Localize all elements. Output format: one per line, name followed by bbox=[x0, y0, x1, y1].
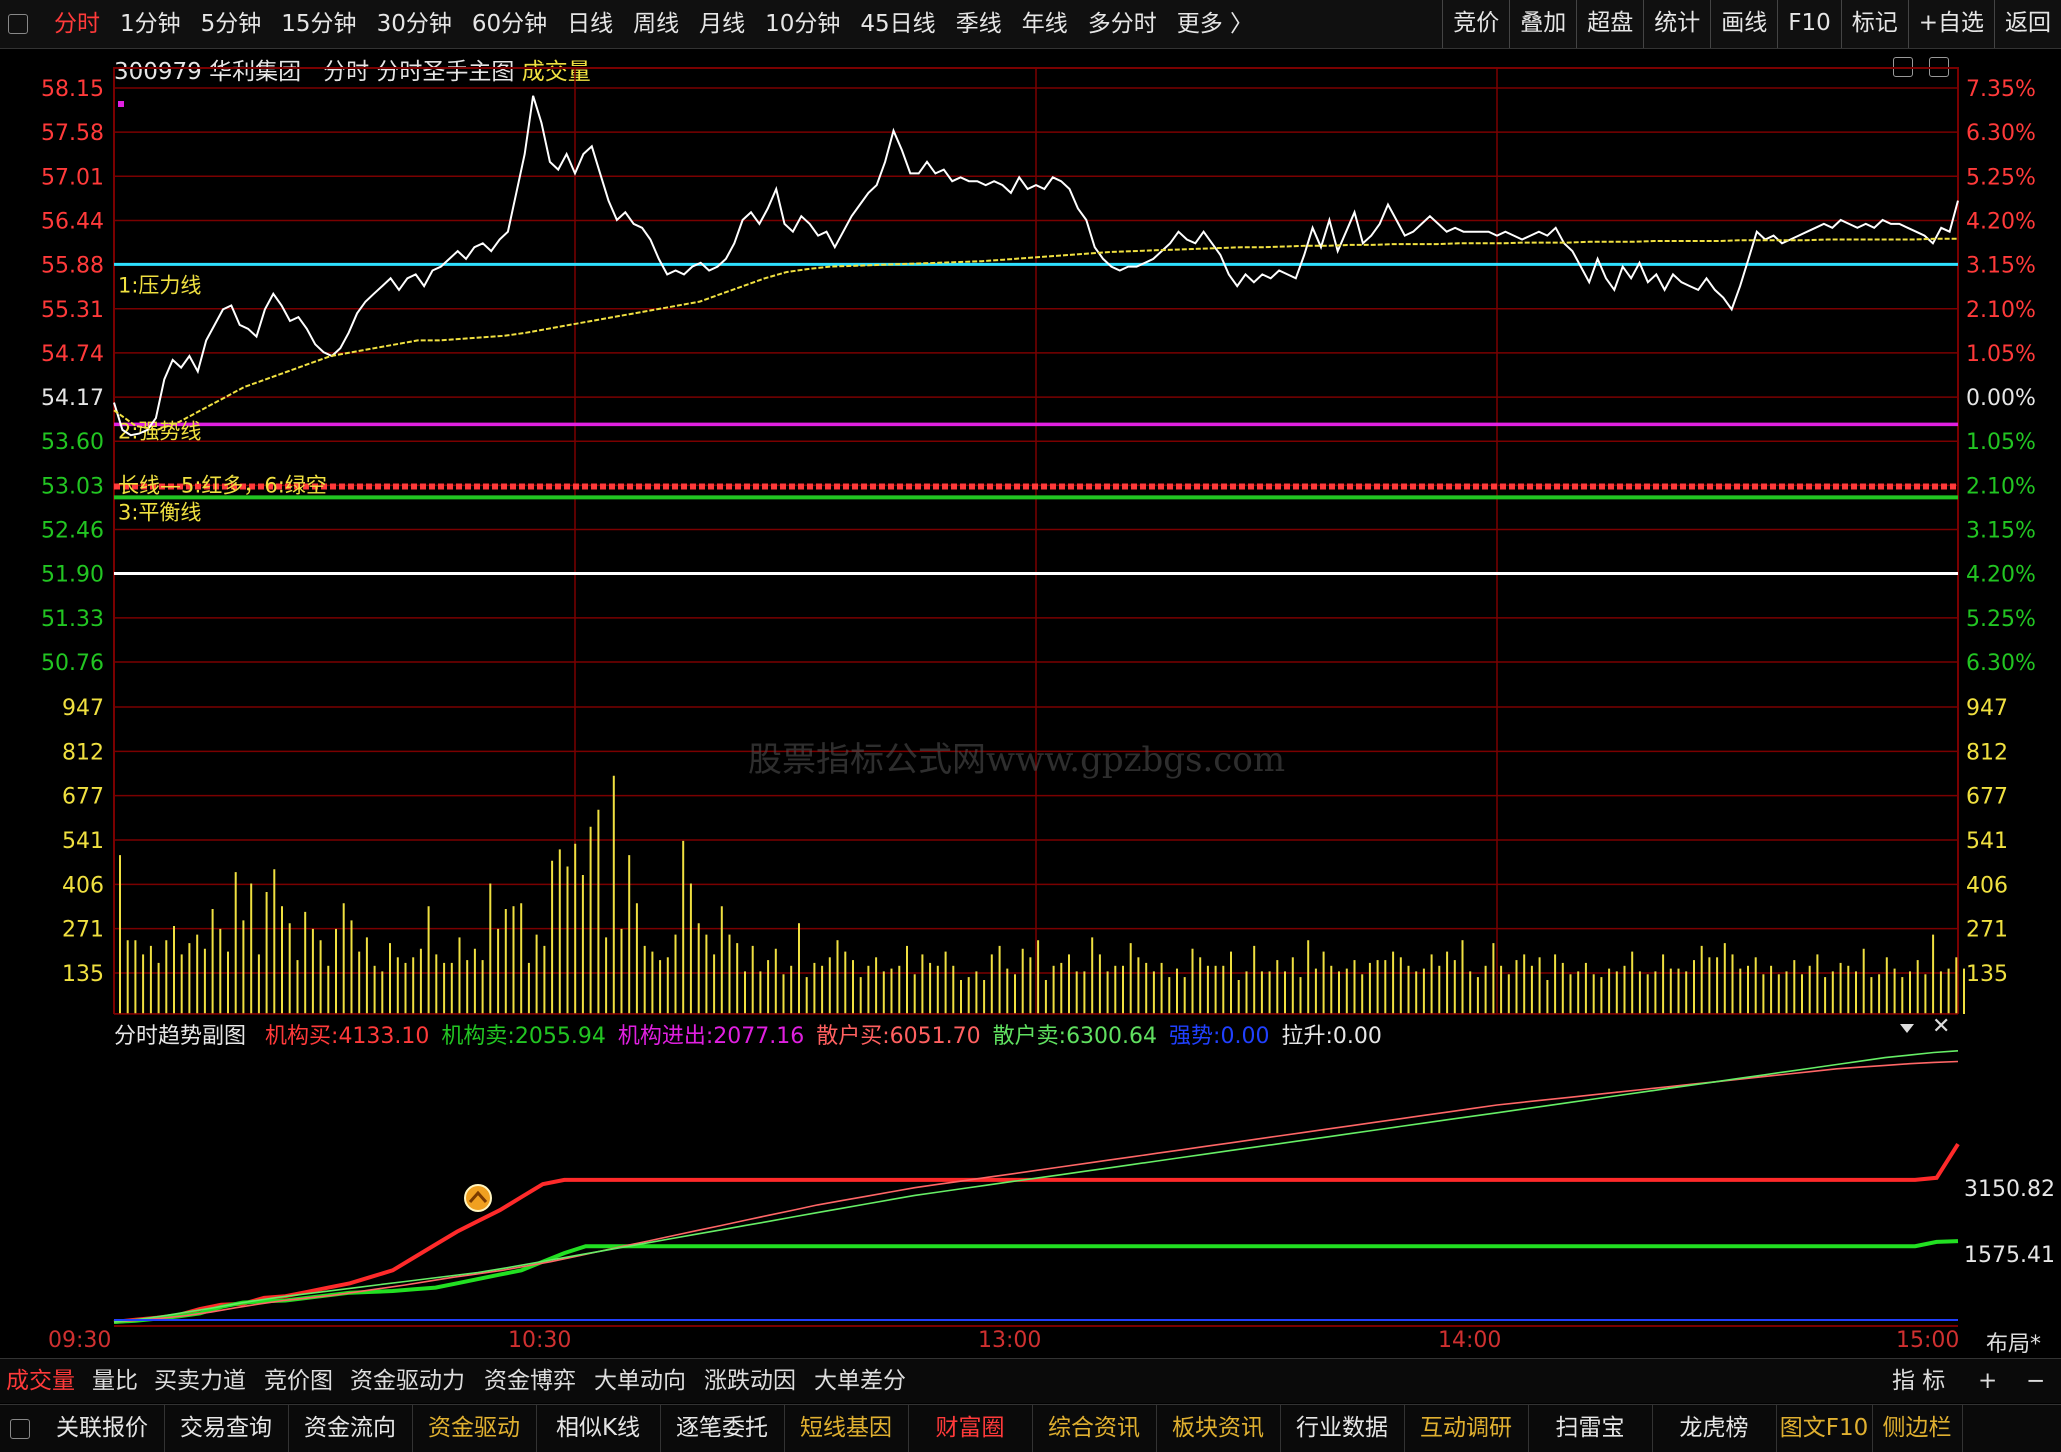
price-tick-label: 56.44 bbox=[41, 209, 104, 234]
pct-tick-label: 4.20% bbox=[1966, 209, 2036, 234]
indicator-tab-bar: 成交量 量比 买卖力道 竞价图 资金驱动力 资金博弈 大单动向 涨跌动因 大单差分 指 标 + − bbox=[0, 1358, 2061, 1403]
indicator-tab[interactable]: 涨跌动因 bbox=[704, 1359, 796, 1403]
time-tick-label: 10:30 bbox=[508, 1328, 572, 1353]
bottom-nav-item[interactable]: 逐笔委托 bbox=[660, 1405, 785, 1452]
indicator-tab[interactable]: 成交量 bbox=[6, 1359, 75, 1403]
volume-tick-label: 135 bbox=[62, 962, 104, 987]
price-tick-label: 58.15 bbox=[41, 77, 104, 102]
pct-tick-label: 7.35% bbox=[1966, 77, 2036, 102]
pct-tick-label: 2.10% bbox=[1966, 474, 2036, 499]
volume-tick-label: 947 bbox=[62, 696, 104, 721]
price-tick-label: 53.60 bbox=[41, 430, 104, 455]
indicator-tab[interactable]: 大单差分 bbox=[814, 1359, 906, 1403]
time-tick-label: 13:00 bbox=[978, 1328, 1042, 1353]
volume-tick-label: 677 bbox=[1966, 785, 2008, 810]
signal-marker-icon bbox=[464, 1184, 492, 1212]
price-tick-label: 55.88 bbox=[41, 254, 104, 279]
volume-tick-label: 812 bbox=[62, 740, 104, 765]
indicator-tab[interactable]: 大单动向 bbox=[594, 1359, 686, 1403]
pct-tick-label: 3.15% bbox=[1966, 254, 2036, 279]
price-tick-label: 54.74 bbox=[41, 342, 104, 367]
bottom-nav-item[interactable]: 交易查询 bbox=[164, 1405, 289, 1452]
bottom-menu-icon[interactable] bbox=[10, 1419, 30, 1439]
pct-tick-label: 6.30% bbox=[1966, 121, 2036, 146]
pressure-label: 1:压力线 bbox=[118, 273, 201, 297]
indicator-tab[interactable]: 资金博弈 bbox=[484, 1359, 576, 1403]
bottom-nav-item[interactable]: 财富圈 bbox=[908, 1405, 1033, 1452]
sub-series-line bbox=[113, 1050, 1959, 1323]
indicator-tool-button[interactable]: + bbox=[1978, 1359, 1997, 1403]
bottom-nav-item[interactable]: 资金驱动 bbox=[412, 1405, 537, 1452]
bottom-nav-item[interactable]: 侧边栏 bbox=[1872, 1405, 1963, 1452]
price-tick-label: 51.90 bbox=[41, 563, 104, 588]
pct-tick-label: 5.25% bbox=[1966, 165, 2036, 190]
pct-tick-label: 0.00% bbox=[1966, 386, 2036, 411]
sub-axis-label: 1575.41 bbox=[1964, 1243, 2055, 1268]
strong-label: 2:强势线 bbox=[118, 419, 201, 443]
indicator-tool-button[interactable]: 指 标 bbox=[1892, 1359, 1945, 1403]
indicator-tab[interactable]: 竞价图 bbox=[264, 1359, 333, 1403]
bottom-nav-item[interactable]: 龙虎榜 bbox=[1652, 1405, 1777, 1452]
pct-tick-label: 3.15% bbox=[1966, 519, 2036, 544]
bottom-nav-item[interactable]: 互动调研 bbox=[1404, 1405, 1529, 1452]
pct-tick-label: 5.25% bbox=[1966, 607, 2036, 632]
time-tick-label: 09:30 bbox=[48, 1328, 112, 1353]
sub-series-line bbox=[113, 1239, 1959, 1324]
pct-tick-label: 4.20% bbox=[1966, 563, 2036, 588]
price-tick-label: 51.33 bbox=[41, 607, 104, 632]
bottom-nav-item[interactable]: 相似K线 bbox=[536, 1405, 661, 1452]
price-tick-label: 50.76 bbox=[41, 651, 104, 676]
indicator-tool-button[interactable]: − bbox=[2026, 1359, 2045, 1403]
volume-tick-label: 406 bbox=[1966, 873, 2008, 898]
indicator-tab[interactable]: 量比 bbox=[92, 1359, 138, 1403]
watermark: 股票指标公式网www.gpzbgs.com bbox=[748, 740, 1286, 780]
price-volume-chart: 58.15 7.35% 57.58 6.30% 57.01 5.25% 56.44 4.20%… bbox=[41, 67, 2036, 1014]
price-tick-label: 55.31 bbox=[41, 298, 104, 323]
bottom-nav-item[interactable]: 短线基因 bbox=[784, 1405, 909, 1452]
bottom-nav-item[interactable]: 综合资讯 bbox=[1032, 1405, 1157, 1452]
time-tick-label: 15:00 bbox=[1896, 1328, 1960, 1353]
volume-tick-label: 271 bbox=[1966, 918, 2008, 943]
price-tick-label: 57.01 bbox=[41, 165, 104, 190]
indicator-tab[interactable]: 买卖力道 bbox=[154, 1359, 246, 1403]
marker-dot bbox=[118, 101, 124, 107]
sub-axis-label: 3150.82 bbox=[1964, 1177, 2055, 1202]
volume-tick-label: 541 bbox=[1966, 829, 2008, 854]
long-label: 长线—5:红多，6:绿空 bbox=[118, 473, 327, 497]
balance-label: 3:平衡线 bbox=[118, 500, 201, 524]
volume-tick-label: 135 bbox=[1966, 962, 2008, 987]
bottom-nav-item[interactable]: 关联报价 bbox=[40, 1405, 165, 1452]
trend-sub-chart: 3150.82 1575.41 bbox=[113, 1013, 2055, 1327]
pct-tick-label: 6.30% bbox=[1966, 651, 2036, 676]
time-tick-label: 14:00 bbox=[1438, 1328, 1502, 1353]
price-tick-label: 54.17 bbox=[41, 386, 104, 411]
pct-tick-label: 2.10% bbox=[1966, 298, 2036, 323]
price-tick-label: 53.03 bbox=[41, 474, 104, 499]
indicator-tab[interactable]: 资金驱动力 bbox=[350, 1359, 465, 1403]
volume-tick-label: 406 bbox=[62, 873, 104, 898]
pct-tick-label: 1.05% bbox=[1966, 430, 2036, 455]
volume-tick-label: 271 bbox=[62, 918, 104, 943]
volume-tick-label: 812 bbox=[1966, 740, 2008, 765]
bottom-nav-item[interactable]: 扫雷宝 bbox=[1528, 1405, 1653, 1452]
bottom-nav-item[interactable]: 行业数据 bbox=[1280, 1405, 1405, 1452]
price-tick-label: 52.46 bbox=[41, 519, 104, 544]
price-tick-label: 57.58 bbox=[41, 121, 104, 146]
bottom-nav-bar: 关联报价 交易查询 资金流向 资金驱动 相似K线 逐笔委托 短线基因 财富圈 综合资讯 板块资讯行… bbox=[0, 1404, 2061, 1452]
layout-button[interactable]: 布局* bbox=[1986, 1326, 2041, 1358]
bottom-nav-item[interactable]: 资金流向 bbox=[288, 1405, 413, 1452]
bottom-nav-item[interactable]: 图文F10 bbox=[1776, 1405, 1873, 1452]
volume-tick-label: 677 bbox=[62, 785, 104, 810]
pct-tick-label: 1.05% bbox=[1966, 342, 2036, 367]
volume-tick-label: 541 bbox=[62, 829, 104, 854]
bottom-nav-item[interactable]: 板块资讯 bbox=[1156, 1405, 1281, 1452]
volume-tick-label: 947 bbox=[1966, 696, 2008, 721]
